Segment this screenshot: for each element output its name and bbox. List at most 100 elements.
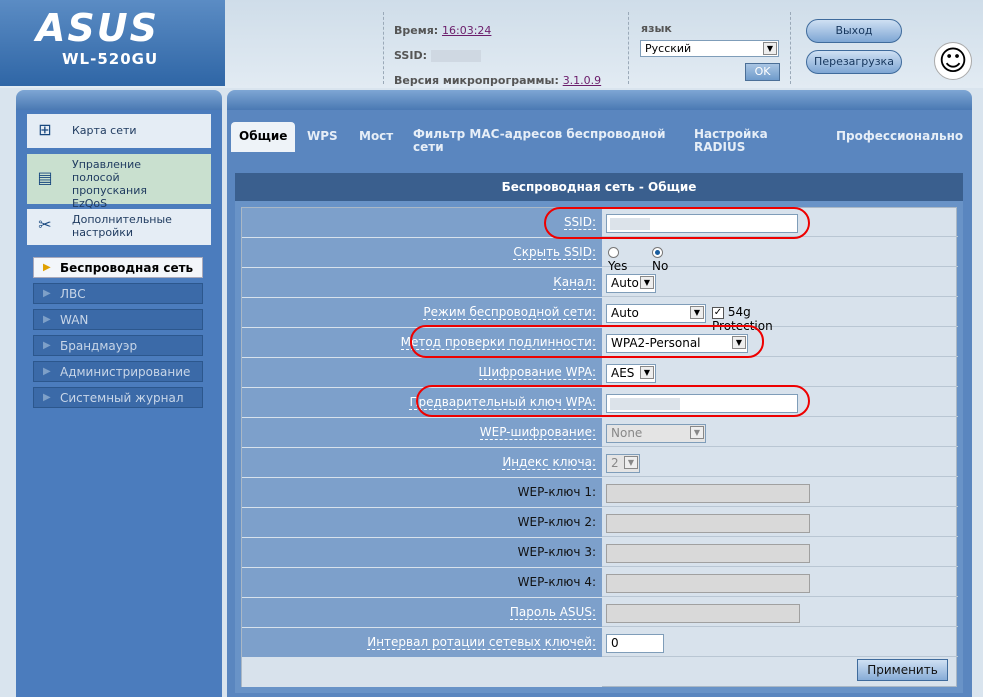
protection-checkbox[interactable]: ✓ (712, 306, 724, 319)
wep1-label: WEP-ключ 1: (242, 478, 602, 507)
row-wep2: WEP-ключ 2: (242, 508, 958, 537)
tools-icon: ✂ (38, 215, 52, 234)
sidebar-item-label: Карта сети (72, 124, 137, 137)
status-info: Время: 16:03:24 SSID: Версия микропрогра… (394, 18, 601, 93)
sidebar-item-advanced[interactable]: ✂ Дополнительные настройки (27, 209, 211, 245)
row-wep-enc: WEP-шифрование: None ▼ (242, 418, 958, 447)
language-ok-button[interactable]: OK (745, 63, 780, 81)
apply-row-spacer (242, 658, 602, 687)
subitem-label: Системный журнал (60, 391, 184, 405)
settings-panel: Беспроводная сеть - Общие SSID: Скрыть S… (235, 173, 963, 693)
channel-label: Канал: (242, 268, 602, 297)
arrow-right-icon: ▶ (43, 366, 51, 377)
time-label: Время: (394, 24, 439, 37)
sidebar-subitem-admin[interactable]: ▶ Администрирование (33, 361, 203, 382)
sidebar-item-ezqos[interactable]: ▤ Управление полосой пропускания EzQoS (27, 154, 211, 210)
channel-select[interactable]: Auto ▼ (606, 274, 656, 293)
tab-professional[interactable]: Профессионально (828, 122, 972, 152)
ezqos-icon: ▤ (37, 168, 53, 187)
row-rotation: Интервал ротации сетевых ключей: 0 (242, 628, 958, 657)
sidebar-subitem-wireless[interactable]: ▶ Беспроводная сеть (33, 257, 203, 278)
tab-radius[interactable]: Настройка RADIUS (686, 122, 822, 154)
time-value[interactable]: 16:03:24 (442, 24, 491, 37)
logout-button[interactable]: Выход (806, 19, 902, 43)
highlight-auth-method (410, 325, 764, 358)
arrow-right-icon: ▶ (43, 314, 51, 325)
asus-pass-label: Пароль ASUS: (242, 598, 602, 627)
divider (790, 12, 791, 84)
row-channel: Канал: Auto ▼ (242, 268, 958, 297)
highlight-psk (416, 385, 810, 417)
language-select[interactable]: Русский ▼ (640, 40, 779, 57)
main-top-bar (227, 90, 972, 110)
divider (628, 12, 629, 84)
asus-password-input[interactable] (606, 604, 800, 623)
chevron-down-icon[interactable]: ▼ (690, 306, 704, 319)
asus-logo: ASUS (36, 6, 160, 50)
tab-bridge[interactable]: Мост (351, 122, 399, 152)
row-wep1: WEP-ключ 1: (242, 478, 958, 507)
wpa-enc-select[interactable]: AES ▼ (606, 364, 656, 383)
mode-label: Режим беспроводной сети: (242, 298, 602, 327)
rotation-label: Интервал ротации сетевых ключей: (242, 628, 602, 657)
wep3-label: WEP-ключ 3: (242, 538, 602, 567)
subitem-label: Брандмауэр (60, 339, 138, 353)
wep-key-4-input[interactable] (606, 574, 810, 593)
ssid-label: SSID: (394, 49, 427, 62)
wep4-label: WEP-ключ 4: (242, 568, 602, 597)
sidebar-subitem-firewall[interactable]: ▶ Брандмауэр (33, 335, 203, 356)
wep-key-1-input[interactable] (606, 484, 810, 503)
reboot-button[interactable]: Перезагрузка (806, 50, 902, 74)
subitem-label: ЛВС (60, 287, 86, 301)
row-wpa-enc: Шифрование WPA: AES ▼ (242, 358, 958, 387)
chevron-down-icon[interactable]: ▼ (640, 276, 654, 289)
arrow-right-icon: ▶ (43, 262, 51, 273)
row-mode: Режим беспроводной сети: Auto ▼ ✓ 54g Pro… (242, 298, 958, 333)
hide-ssid-yes-radio[interactable] (608, 247, 619, 258)
wep-enc-select[interactable]: None ▼ (606, 424, 706, 443)
hide-ssid-no-radio[interactable] (652, 247, 663, 258)
subitem-label: WAN (60, 313, 89, 327)
wep-key-2-input[interactable] (606, 514, 810, 533)
tab-general[interactable]: Общие (231, 122, 295, 152)
chevron-down-icon[interactable]: ▼ (640, 366, 654, 379)
row-apply (242, 658, 958, 687)
sidebar-item-network-map[interactable]: ⊞ Карта сети (27, 114, 211, 148)
logo-area: ASUS WL-520GU (0, 0, 225, 86)
sidebar-subitem-syslog[interactable]: ▶ Системный журнал (33, 387, 203, 408)
rotation-interval-input[interactable]: 0 (606, 634, 664, 653)
hide-ssid-label: Скрыть SSID: (242, 238, 602, 267)
network-map-icon: ⊞ (38, 120, 52, 139)
row-hide-ssid: Скрыть SSID: Yes No (242, 238, 958, 273)
sidebar-top-bar (16, 90, 222, 110)
settings-form: SSID: Скрыть SSID: Yes No Канал: Auto ▼ Р… (241, 207, 958, 687)
arrow-right-icon: ▶ (43, 288, 51, 299)
sidebar-subitem-wan[interactable]: ▶ WAN (33, 309, 203, 330)
tab-mac-filter[interactable]: Фильтр MAC-адресов беспроводной сети (405, 122, 682, 154)
row-wep3: WEP-ключ 3: (242, 538, 958, 567)
wep2-label: WEP-ключ 2: (242, 508, 602, 537)
divider (383, 12, 384, 84)
firmware-label: Версия микропрограммы: (394, 74, 559, 87)
mode-select[interactable]: Auto ▼ (606, 304, 706, 323)
chevron-down-icon[interactable]: ▼ (624, 456, 638, 469)
panel-title: Беспроводная сеть - Общие (235, 173, 963, 201)
language-value: Русский (645, 42, 692, 55)
wep-enc-label: WEP-шифрование: (242, 418, 602, 447)
arrow-right-icon: ▶ (43, 392, 51, 403)
subitem-label: Администрирование (60, 365, 191, 379)
chevron-down-icon[interactable]: ▼ (690, 426, 704, 439)
chevron-down-icon[interactable]: ▼ (763, 42, 777, 55)
wep-key-3-input[interactable] (606, 544, 810, 563)
key-index-select[interactable]: 2 ▼ (606, 454, 640, 473)
firmware-value[interactable]: 3.1.0.9 (563, 74, 601, 87)
highlight-ssid (544, 207, 810, 239)
tab-wps[interactable]: WPS (299, 122, 345, 152)
header: ASUS WL-520GU Время: 16:03:24 SSID: Верс… (0, 0, 983, 88)
sidebar-subitem-lan[interactable]: ▶ ЛВС (33, 283, 203, 304)
apply-button[interactable]: Применить (857, 659, 948, 681)
arrow-right-icon: ▶ (43, 340, 51, 351)
key-index-label: Индекс ключа: (242, 448, 602, 477)
row-wep4: WEP-ключ 4: (242, 568, 958, 597)
ssid-value-hidden (430, 50, 481, 62)
